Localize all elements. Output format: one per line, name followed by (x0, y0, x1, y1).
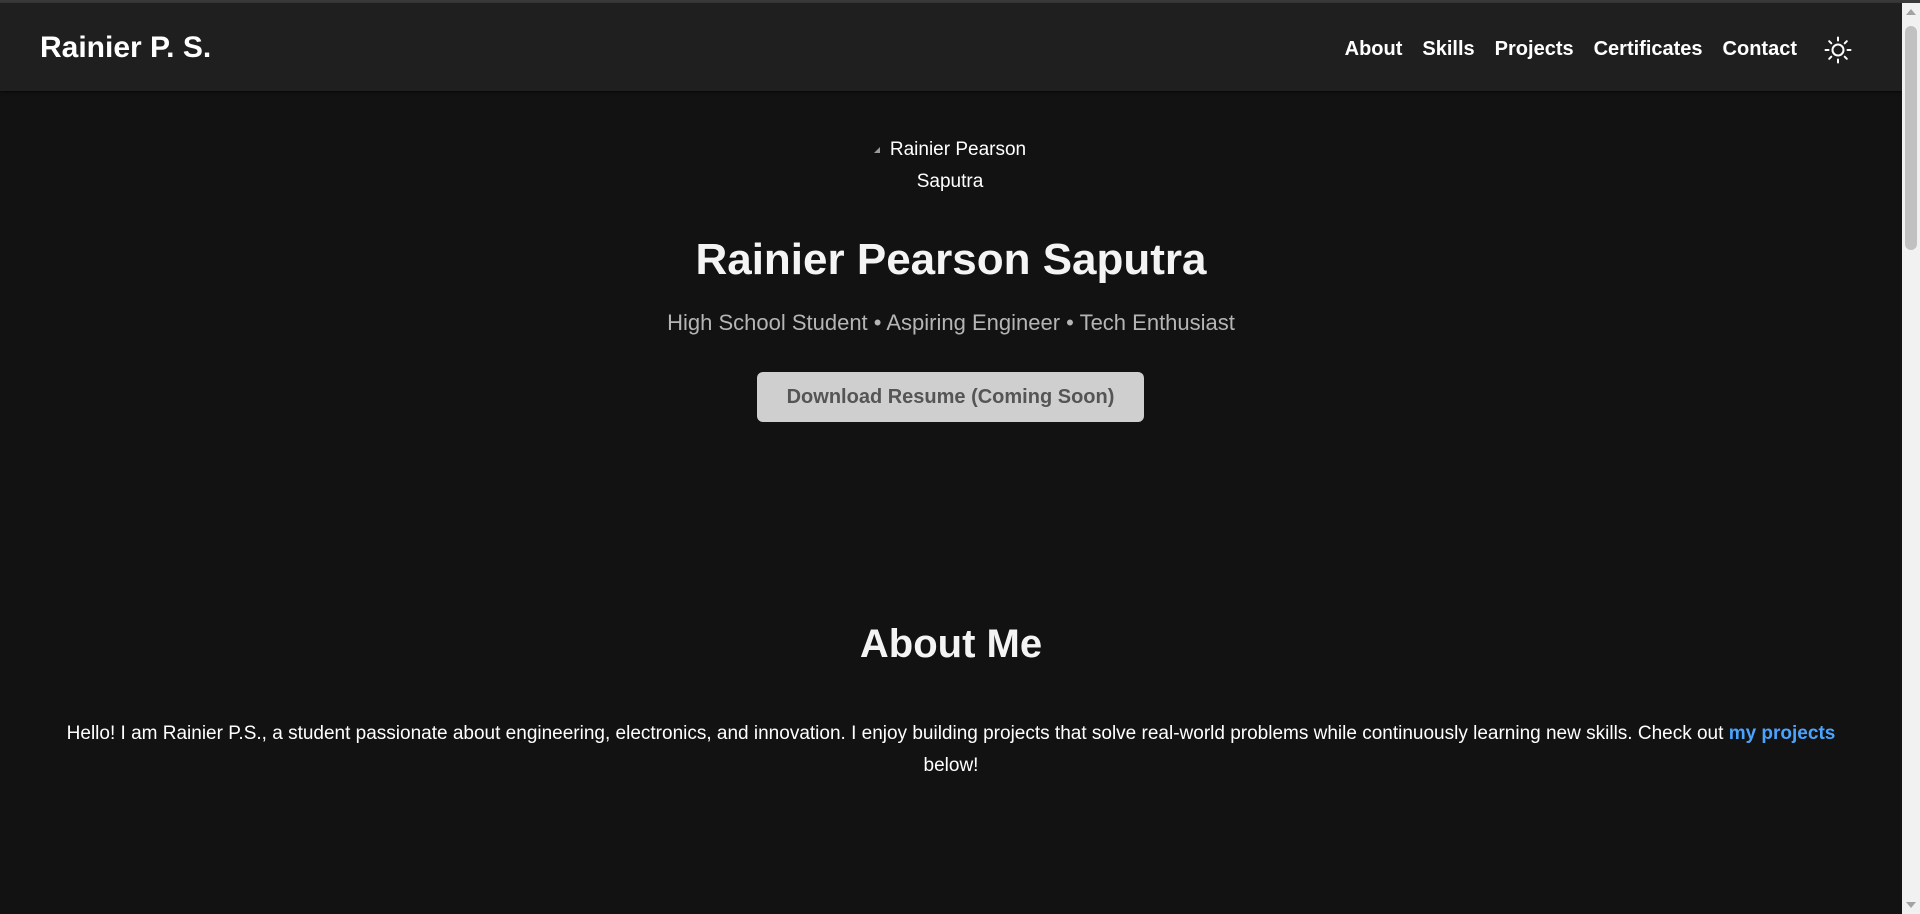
vertical-scrollbar[interactable] (1902, 3, 1920, 914)
nav-link-projects[interactable]: Projects (1495, 37, 1574, 61)
hero-name: Rainier Pearson Saputra (695, 235, 1207, 284)
about-text: Hello! I am Rainier P.S., a student pass… (40, 718, 1862, 782)
scrollbar-thumb[interactable] (1905, 26, 1917, 250)
nav-link-skills[interactable]: Skills (1422, 37, 1474, 61)
download-resume-button[interactable]: Download Resume (Coming Soon) (757, 372, 1144, 422)
profile-image: Rainier Pearson Saputra (860, 134, 1040, 198)
about-section-title: About Me (859, 622, 1043, 666)
scroll-up-arrow-icon[interactable] (1906, 9, 1916, 15)
site-brand[interactable]: Rainier P. S. (40, 30, 211, 66)
nav-links: About Skills Projects Certificates Conta… (1345, 37, 1797, 61)
about-text-intro: Hello! I am Rainier P.S., a student pass… (66, 723, 1729, 744)
theme-toggle-button[interactable] (1823, 35, 1853, 65)
about-text-outro: below! (923, 755, 979, 776)
broken-image-icon (873, 146, 880, 153)
profile-image-alt-line2: Saputra (916, 171, 984, 192)
nav-link-certificates[interactable]: Certificates (1594, 37, 1703, 61)
hero-subtitle: High School Student • Aspiring Engineer … (667, 310, 1235, 335)
navbar: Rainier P. S. About Skills Projects Cert… (0, 3, 1902, 91)
nav-link-about[interactable]: About (1345, 37, 1403, 61)
scroll-down-arrow-icon[interactable] (1906, 902, 1916, 908)
my-projects-link[interactable]: my projects (1729, 723, 1836, 744)
nav-link-contact[interactable]: Contact (1723, 37, 1797, 61)
sun-icon (1824, 36, 1852, 64)
profile-image-alt-line1: Rainier Pearson (889, 139, 1027, 160)
